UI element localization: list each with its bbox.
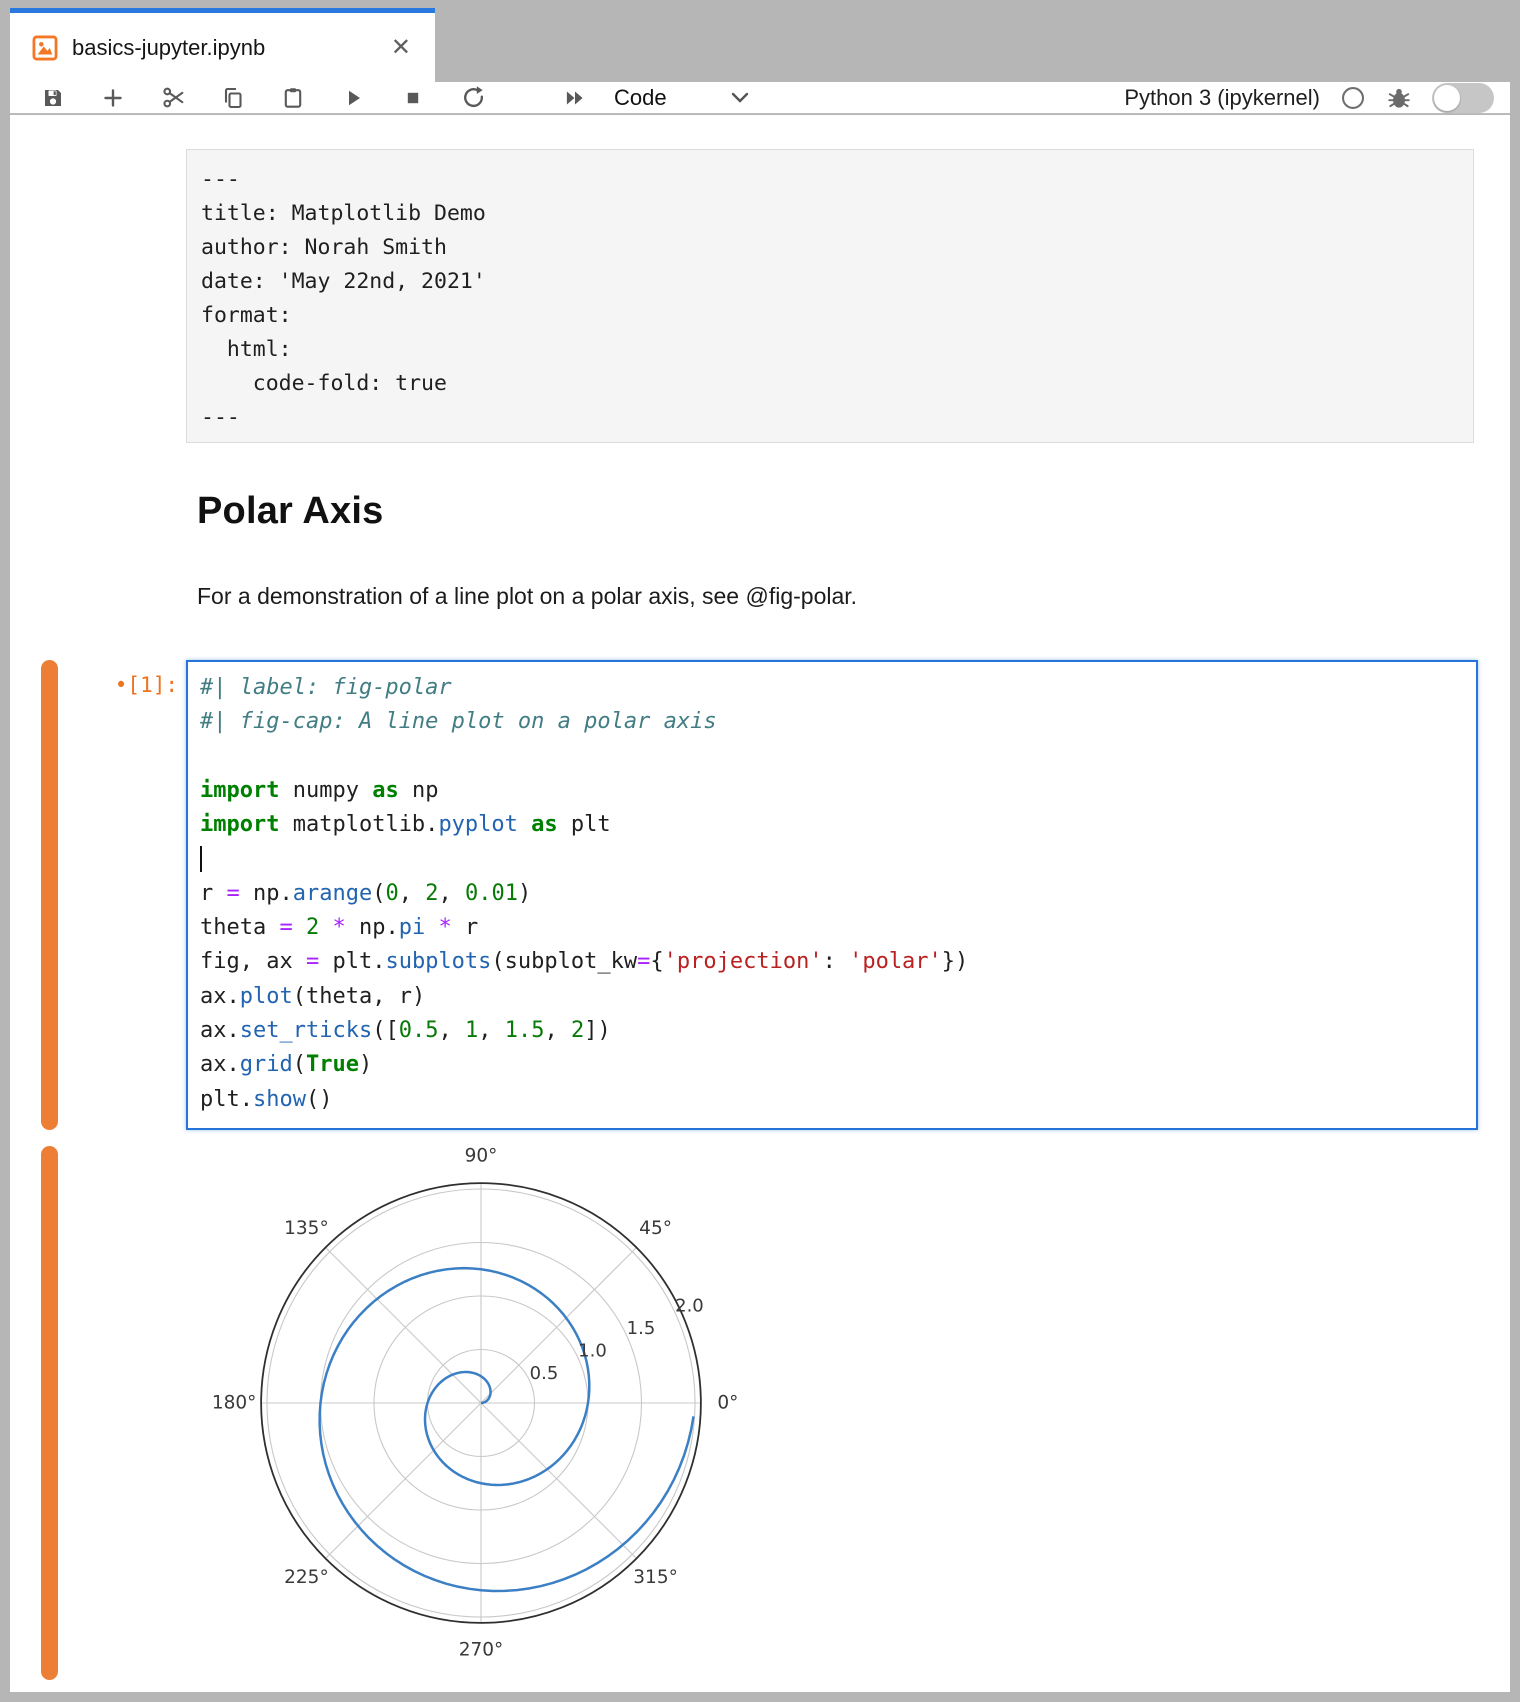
- svg-text:45°: 45°: [639, 1218, 672, 1239]
- svg-text:1.0: 1.0: [578, 1341, 607, 1362]
- raw-cell-line: code-fold: true: [201, 367, 1473, 401]
- run-cell-button[interactable]: [340, 85, 366, 111]
- svg-text:270°: 270°: [459, 1639, 504, 1660]
- raw-cell-line: date: 'May 22nd, 2021': [201, 265, 1473, 299]
- code-line: r = np.arange(0, 2, 0.01): [200, 877, 1476, 911]
- notebook-tab[interactable]: basics-jupyter.ipynb ✕: [10, 8, 435, 82]
- markdown-heading: Polar Axis: [197, 490, 383, 533]
- toggle-knob: [1434, 85, 1460, 111]
- code-line: #| fig-cap: A line plot on a polar axis: [200, 705, 1476, 739]
- tab-title: basics-jupyter.ipynb: [72, 35, 385, 61]
- code-line: theta = 2 * np.pi * r: [200, 911, 1476, 945]
- code-line: plt.show(): [200, 1083, 1476, 1117]
- raw-cell-line: ---: [201, 163, 1473, 197]
- paste-cells-button[interactable]: [280, 85, 306, 111]
- raw-cell-yaml-frontmatter[interactable]: ---title: Matplotlib Demoauthor: Norah S…: [186, 149, 1474, 443]
- restart-kernel-button[interactable]: [460, 85, 486, 111]
- code-line: ax.plot(theta, r): [200, 980, 1476, 1014]
- text-cursor: [200, 846, 202, 872]
- code-line: #| label: fig-polar: [200, 671, 1476, 705]
- jupyterlab-window: basics-jupyter.ipynb ✕: [0, 0, 1520, 1702]
- polar-plot-output: 0° 45° 90° 135° 180° 225° 270° 315° 0.5 1.0 1.5 2.0: [180, 1140, 770, 1697]
- notebook-panel: ---title: Matplotlib Demoauthor: Norah S…: [10, 115, 1510, 1692]
- svg-text:1.5: 1.5: [627, 1318, 656, 1339]
- raw-cell-line: title: Matplotlib Demo: [201, 197, 1473, 231]
- cell-type-dropdown[interactable]: Code: [614, 85, 749, 111]
- svg-text:0.5: 0.5: [530, 1363, 559, 1384]
- raw-cell-line: format:: [201, 299, 1473, 333]
- code-line: import numpy as np: [200, 774, 1476, 808]
- svg-text:180°: 180°: [212, 1393, 257, 1414]
- execution-count: •[1]:: [82, 673, 178, 697]
- code-line: [200, 842, 1476, 876]
- raw-cell-line: ---: [201, 401, 1473, 435]
- svg-text:90°: 90°: [465, 1146, 498, 1167]
- svg-text:2.0: 2.0: [675, 1295, 704, 1316]
- add-cell-button[interactable]: [100, 85, 126, 111]
- interrupt-kernel-button[interactable]: [400, 85, 426, 111]
- copy-cells-button[interactable]: [220, 85, 246, 111]
- code-line: fig, ax = plt.subplots(subplot_kw={'proj…: [200, 945, 1476, 979]
- cut-cells-button[interactable]: [160, 85, 186, 111]
- chevron-down-icon: [731, 92, 749, 103]
- bug-debugger-icon[interactable]: [1386, 85, 1412, 111]
- restart-run-all-button[interactable]: [562, 85, 588, 111]
- raw-cell-line: author: Norah Smith: [201, 231, 1473, 265]
- tab-close-icon[interactable]: ✕: [385, 34, 417, 62]
- code-cell-editor[interactable]: #| label: fig-polar#| fig-cap: A line pl…: [186, 660, 1478, 1130]
- output-collapser-bar[interactable]: [41, 1146, 58, 1680]
- svg-text:135°: 135°: [284, 1218, 329, 1239]
- markdown-paragraph: For a demonstration of a line plot on a …: [197, 583, 857, 610]
- cell-type-value: Code: [614, 85, 667, 111]
- simple-interface-toggle[interactable]: [1432, 83, 1494, 113]
- code-line: ax.set_rticks([0.5, 1, 1.5, 2]): [200, 1014, 1476, 1048]
- svg-text:225°: 225°: [284, 1567, 329, 1588]
- save-button[interactable]: [40, 85, 66, 111]
- kernel-name[interactable]: Python 3 (ipykernel): [1124, 85, 1320, 111]
- notebook-file-icon: [32, 35, 58, 61]
- svg-text:315°: 315°: [633, 1567, 678, 1588]
- svg-text:0°: 0°: [717, 1393, 738, 1414]
- notebook-toolbar: Code Python 3 (ipykernel): [10, 82, 1510, 114]
- kernel-status-icon: [1340, 85, 1366, 111]
- input-collapser-bar[interactable]: [41, 660, 58, 1130]
- code-line: import matplotlib.pyplot as plt: [200, 808, 1476, 842]
- code-line: ax.grid(True): [200, 1048, 1476, 1082]
- code-line: [200, 740, 1476, 774]
- raw-cell-line: html:: [201, 333, 1473, 367]
